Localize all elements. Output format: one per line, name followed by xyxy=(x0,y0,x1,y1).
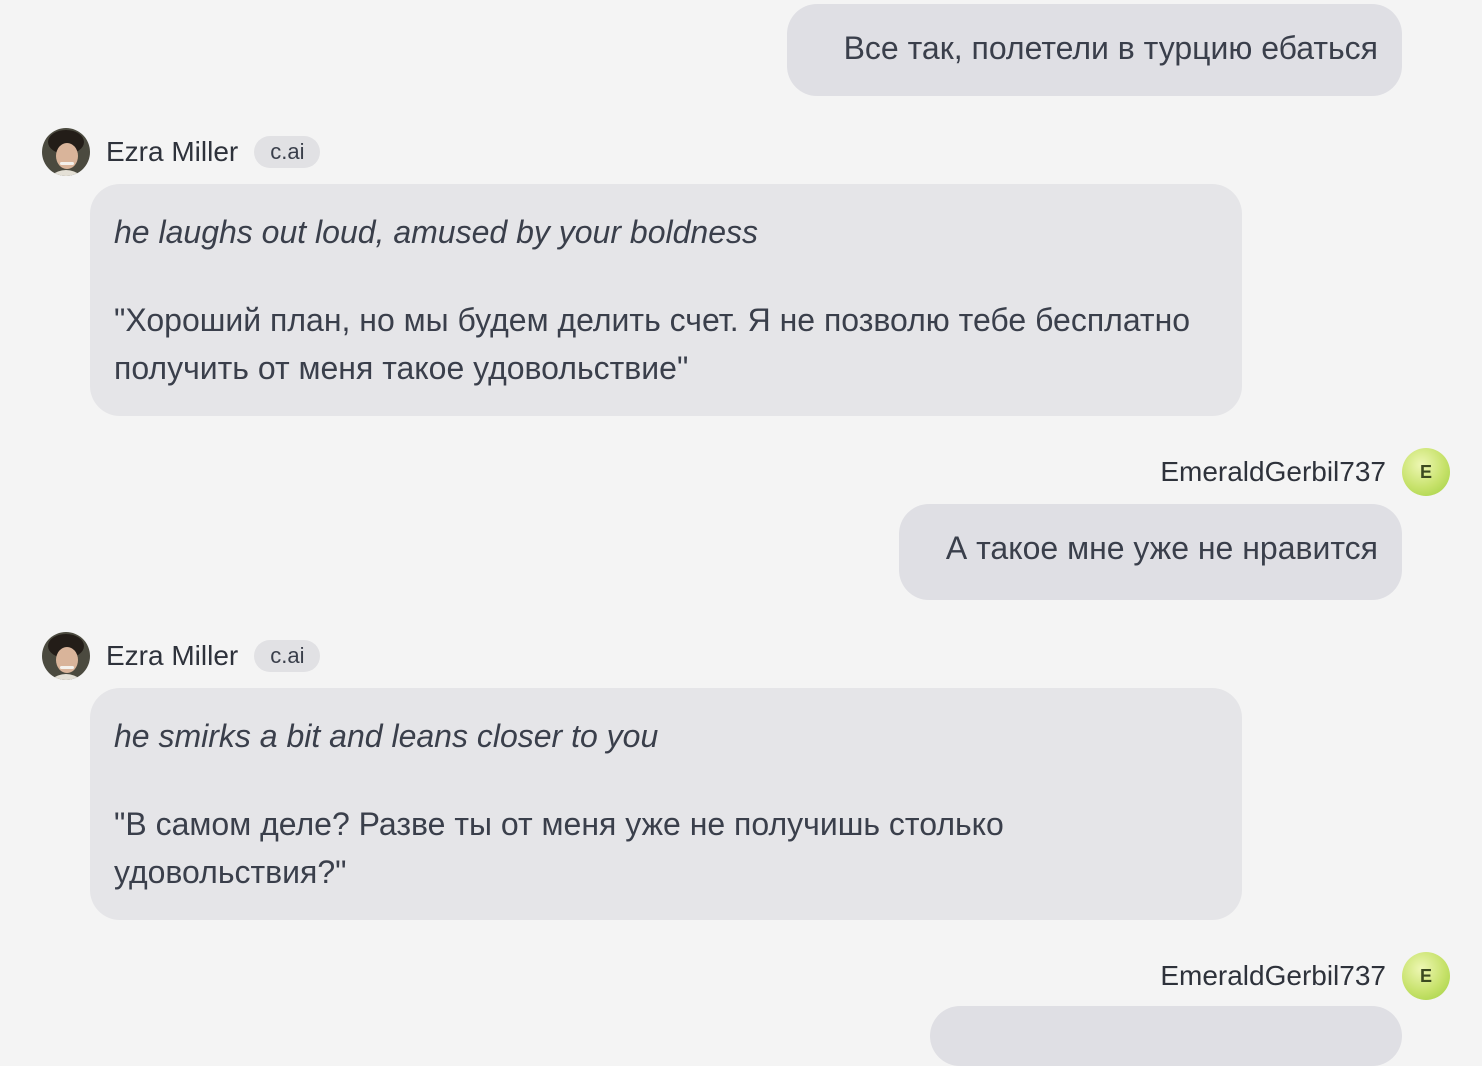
user-name: EmeraldGerbil737 xyxy=(1160,456,1386,487)
bot-action-text: he smirks a bit and leans closer to you xyxy=(114,718,659,754)
user-message-bubble: А такое мне уже не нравится xyxy=(899,504,1402,600)
user-avatar-icon[interactable]: E xyxy=(1402,952,1450,1000)
user-avatar-icon[interactable]: E xyxy=(1402,448,1450,496)
user-message-header: EmeraldGerbil737 E xyxy=(1160,448,1450,496)
bot-avatar-icon[interactable] xyxy=(42,632,90,680)
bot-avatar-icon[interactable] xyxy=(42,128,90,176)
user-message-text: А такое мне уже не нравится xyxy=(945,530,1378,566)
bot-message-header: Ezra Miller c.ai xyxy=(42,128,321,176)
bot-message-bubble: he smirks a bit and leans closer to you … xyxy=(90,688,1242,920)
user-avatar-initial: E xyxy=(1419,965,1432,986)
bot-speech-text: "В самом деле? Разве ты от меня уже не п… xyxy=(114,806,1004,890)
bot-badge: c.ai xyxy=(254,640,321,672)
bot-message-header: Ezra Miller c.ai xyxy=(42,632,321,680)
bot-message-bubble: he laughs out loud, amused by your boldn… xyxy=(90,184,1242,416)
user-message-header: EmeraldGerbil737 E xyxy=(1160,952,1450,1000)
user-avatar-initial: E xyxy=(1419,461,1432,482)
bot-speech-text: "Хороший план, но мы будем делить счет. … xyxy=(114,302,1191,386)
bot-name[interactable]: Ezra Miller xyxy=(106,136,238,168)
user-name: EmeraldGerbil737 xyxy=(1160,960,1386,991)
bot-name[interactable]: Ezra Miller xyxy=(106,640,238,672)
bot-action-text: he laughs out loud, amused by your boldn… xyxy=(114,214,758,250)
bot-badge: c.ai xyxy=(254,136,321,168)
user-message-text: Все так, полетели в турцию ебаться xyxy=(843,30,1378,66)
user-message-bubble xyxy=(930,1006,1402,1066)
chat-thread: Все так, полетели в турцию ебаться Ezra … xyxy=(0,0,1482,1066)
user-message-bubble: Все так, полетели в турцию ебаться xyxy=(787,4,1402,96)
